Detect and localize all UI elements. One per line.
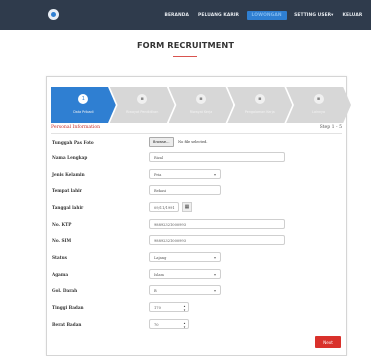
nav-keluar[interactable]: KELUAR xyxy=(338,13,367,18)
row-sim: No. SIM 98892321000993 xyxy=(52,235,342,247)
status-label: Status xyxy=(52,255,68,260)
logo-icon[interactable] xyxy=(48,9,59,20)
step-icon: 1 xyxy=(78,94,89,104)
chevron-down-icon: ▾ xyxy=(213,288,216,293)
form-panel: 1 Data Pribadi ▪ Riwayat Pendidikan ▪ Ri… xyxy=(46,76,351,356)
nav-peluang-karir[interactable]: PELUANG KARIR xyxy=(194,13,244,18)
row-tinggi-badan: Tinggi Badan 170 ▴ ▾ xyxy=(52,302,342,314)
nav-lowongan[interactable]: LOWONGAN xyxy=(246,10,287,20)
sim-label: No. SIM xyxy=(52,238,72,243)
wizard-step-label: Riwayat Pendidikan xyxy=(126,110,159,114)
nav-beranda[interactable]: BERANDA xyxy=(160,13,194,18)
page-title: FORM RECRUITMENT xyxy=(136,40,235,50)
step-icon: ▪ xyxy=(137,94,148,104)
tempat-lahir-label: Tempat lahir xyxy=(52,188,82,193)
status-value: Lajang xyxy=(154,256,167,260)
nama-input[interactable]: Rizal xyxy=(149,152,285,162)
agama-select[interactable]: Islam ▾ xyxy=(149,269,221,279)
row-gol-darah: Gol. Darah B ▾ xyxy=(52,285,342,297)
chevron-down-icon: ▾ xyxy=(213,172,216,177)
wizard-step-1[interactable]: 1 Data Pribadi xyxy=(51,87,116,123)
row-tempat-lahir: Tempat lahir Bekasi xyxy=(52,185,342,197)
step-icon: ▪ xyxy=(254,94,265,104)
next-button[interactable]: Next xyxy=(315,336,341,348)
chevron-down-icon: ▾ xyxy=(213,255,216,260)
spinner-arrows-icon[interactable]: ▴ ▾ xyxy=(182,321,187,329)
tinggi-badan-stepper[interactable]: 170 ▴ ▾ xyxy=(149,302,189,312)
row-photo: Tunggah Pas Foto Browse... No file selec… xyxy=(52,137,342,149)
row-jenis-kelamin: Jenis Kelamin Pria ▾ xyxy=(52,169,342,181)
row-tanggal-lahir: Tanggal lahir 09/11/1991 ▦ xyxy=(52,202,342,214)
step-count: Step 1 - 5 xyxy=(319,125,342,130)
nama-label: Nama Lengkap xyxy=(52,155,88,160)
jenis-kelamin-value: Pria xyxy=(154,173,162,177)
berat-badan-label: Berat Badan xyxy=(52,322,82,327)
row-ktp: No. KTP 98892321000993 xyxy=(52,219,342,231)
row-status: Status Lajang ▾ xyxy=(52,252,342,264)
gol-darah-value: B xyxy=(154,289,157,293)
row-nama: Nama Lengkap Rizal xyxy=(52,152,342,164)
no-file-text: No file selected. xyxy=(178,140,208,144)
row-berat-badan: Berat Badan 70 ▴ ▾ xyxy=(52,319,342,331)
step-icon: ▪ xyxy=(313,94,324,104)
berat-badan-stepper[interactable]: 70 ▴ ▾ xyxy=(149,319,189,329)
wizard-steps: 1 Data Pribadi ▪ Riwayat Pendidikan ▪ Ri… xyxy=(51,87,351,123)
agama-label: Agama xyxy=(52,272,69,277)
status-select[interactable]: Lajang ▾ xyxy=(149,252,221,262)
wizard-step-2[interactable]: ▪ Riwayat Pendidikan xyxy=(109,87,175,123)
gol-darah-label: Gol. Darah xyxy=(52,288,78,293)
jenis-kelamin-label: Jenis Kelamin xyxy=(52,172,85,177)
step-icon: ▪ xyxy=(195,94,206,104)
spinner-arrows-icon[interactable]: ▴ ▾ xyxy=(182,304,187,312)
wizard-step-label: Data Pribadi xyxy=(73,110,94,114)
tinggi-badan-value: 170 xyxy=(154,306,161,310)
top-navbar: BERANDA PELUANG KARIR LOWONGAN SETTING U… xyxy=(0,0,371,30)
chevron-down-icon: ▾ xyxy=(213,272,216,277)
wizard-step-3[interactable]: ▪ Riwayat Kerja xyxy=(168,87,234,123)
tanggal-lahir-input[interactable]: 09/11/1991 xyxy=(149,202,179,212)
nav-menu: BERANDA PELUANG KARIR LOWONGAN SETTING U… xyxy=(160,0,367,30)
tinggi-badan-label: Tinggi Badan xyxy=(52,305,84,310)
divider xyxy=(51,133,342,134)
wizard-step-label: Pengalaman Kerja xyxy=(244,110,275,114)
sim-input[interactable]: 98892321000993 xyxy=(149,235,285,245)
row-agama: Agama Islam ▾ xyxy=(52,269,342,281)
section-title: Personal Information xyxy=(51,125,101,130)
ktp-label: No. KTP xyxy=(52,222,72,227)
jenis-kelamin-select[interactable]: Pria ▾ xyxy=(149,169,221,179)
wizard-step-label: Lainnya xyxy=(312,110,326,114)
browse-button[interactable]: Browse... xyxy=(149,137,174,147)
calendar-icon[interactable]: ▦ xyxy=(182,202,192,212)
tanggal-lahir-label: Tanggal lahir xyxy=(52,205,84,210)
wizard-step-4[interactable]: ▪ Pengalaman Kerja xyxy=(227,87,293,123)
photo-label: Tunggah Pas Foto xyxy=(52,140,94,145)
title-underline xyxy=(173,56,197,57)
ktp-input[interactable]: 98892321000993 xyxy=(149,219,285,229)
nav-setting-user[interactable]: SETTING USER▾ xyxy=(290,13,338,18)
tempat-lahir-input[interactable]: Bekasi xyxy=(149,185,221,195)
wizard-step-5[interactable]: ▪ Lainnya xyxy=(286,87,351,123)
gol-darah-select[interactable]: B ▾ xyxy=(149,285,221,295)
agama-value: Islam xyxy=(154,273,164,277)
berat-badan-value: 70 xyxy=(154,323,159,327)
wizard-step-label: Riwayat Kerja xyxy=(189,110,213,114)
